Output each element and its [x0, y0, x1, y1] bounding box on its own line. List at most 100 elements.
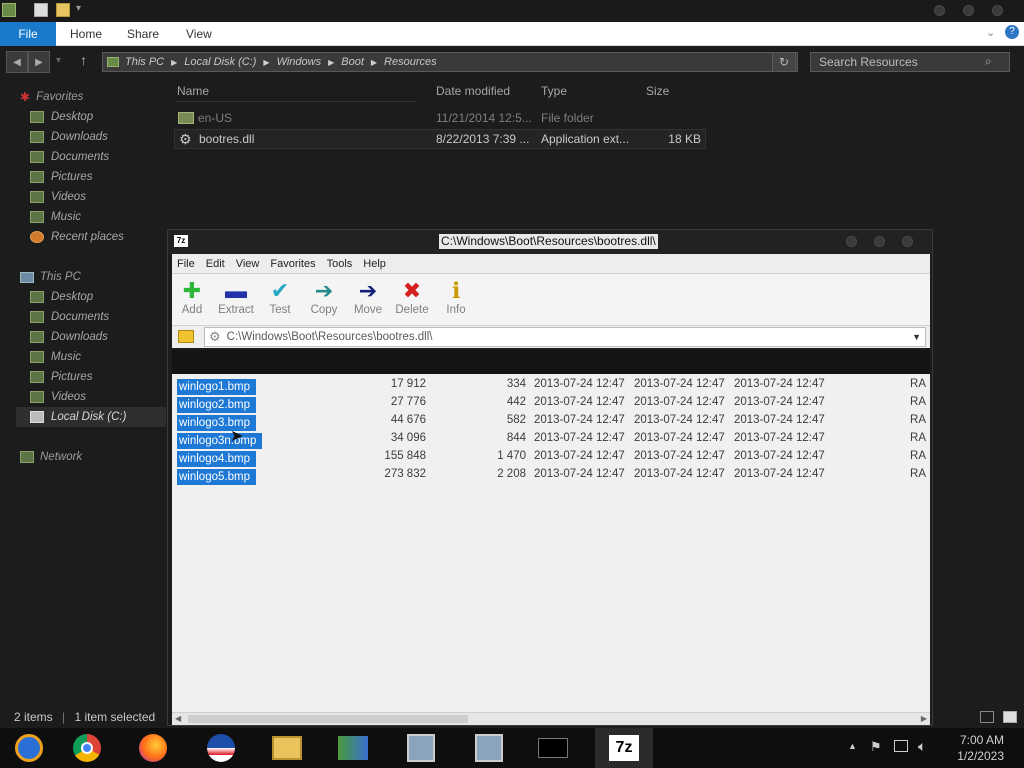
- large-icons-view-icon[interactable]: [1003, 711, 1017, 723]
- nav-pc-documents[interactable]: Documents: [30, 307, 109, 327]
- scroll-left-icon[interactable]: ◀: [175, 714, 181, 723]
- nav-pc-desktop[interactable]: Desktop: [30, 287, 93, 307]
- column-header-date[interactable]: Date modified: [436, 84, 510, 98]
- test-button[interactable]: ✔ Test: [260, 278, 300, 324]
- chevron-down-icon[interactable]: ▼: [912, 332, 921, 342]
- add-button[interactable]: ✚ Add: [172, 278, 212, 324]
- menu-edit[interactable]: Edit: [206, 258, 225, 270]
- close-button[interactable]: [902, 236, 913, 247]
- tab-share[interactable]: Share: [127, 22, 159, 46]
- extract-button[interactable]: ▬ Extract: [216, 278, 256, 324]
- nav-pc-pictures[interactable]: Pictures: [30, 367, 93, 387]
- archive-row[interactable]: winlogo3.bmp 44 676 582 2013-07-24 12:47…: [172, 412, 930, 431]
- minus-icon: ▬: [225, 278, 247, 303]
- clock[interactable]: 7:00 AM 1/2/2023: [957, 732, 1004, 764]
- menu-tools[interactable]: Tools: [327, 258, 353, 270]
- back-button[interactable]: ◀: [6, 51, 28, 73]
- details-view-icon[interactable]: [980, 711, 994, 723]
- nav-fav-pictures[interactable]: Pictures: [30, 167, 93, 187]
- address-bar[interactable]: This PC ▶ Local Disk (C:) ▶ Windows ▶ Boot ▶…: [102, 52, 798, 72]
- close-button[interactable]: [992, 5, 1003, 16]
- nav-pc-videos[interactable]: Videos: [30, 387, 86, 407]
- minimize-button[interactable]: [846, 236, 857, 247]
- tab-view[interactable]: View: [186, 22, 212, 46]
- nav-network[interactable]: Network: [20, 447, 82, 467]
- nav-this-pc[interactable]: This PC: [20, 267, 81, 287]
- nav-fav-documents[interactable]: Documents: [30, 147, 109, 167]
- scrollbar-thumb[interactable]: [188, 715, 468, 723]
- nav-pc-local-disk[interactable]: Local Disk (C:): [16, 407, 166, 427]
- installer-icon[interactable]: [392, 728, 450, 768]
- search-input[interactable]: Search Resources: [810, 52, 1010, 72]
- menu-file[interactable]: File: [177, 258, 195, 270]
- nav-pc-downloads[interactable]: Downloads: [30, 327, 108, 347]
- column-header-bar[interactable]: [172, 350, 930, 374]
- path-input[interactable]: ⚙ C:\Windows\Boot\Resources\bootres.dll\…: [204, 327, 926, 347]
- nav-fav-music[interactable]: Music: [30, 207, 81, 227]
- maximize-button[interactable]: [874, 236, 885, 247]
- copy-button[interactable]: ➔ Copy: [304, 278, 344, 324]
- file-tab[interactable]: File: [0, 22, 56, 46]
- up-button[interactable]: ↑: [80, 52, 87, 68]
- installer2-icon[interactable]: [460, 728, 518, 768]
- folder-icon[interactable]: [2, 3, 16, 17]
- media-player-icon[interactable]: [0, 728, 58, 768]
- 7zip-icon[interactable]: 7z: [595, 728, 653, 768]
- forward-button[interactable]: ▶: [28, 51, 50, 73]
- chrome-icon[interactable]: [58, 728, 116, 768]
- file-row-selected[interactable]: ⚙ bootres.dll 8/22/2013 7:39 ... Applica…: [174, 129, 706, 149]
- folder-up-icon[interactable]: [178, 330, 194, 343]
- nav-fav-videos[interactable]: Videos: [30, 187, 86, 207]
- nav-fav-downloads[interactable]: Downloads: [30, 127, 108, 147]
- window-title: C:\Windows\Boot\Resources\bootres.dll\: [439, 234, 658, 249]
- menu-help[interactable]: Help: [363, 258, 386, 270]
- archive-row[interactable]: winlogo5.bmp 273 832 2 208 2013-07-24 12…: [172, 466, 930, 485]
- menu-view[interactable]: View: [236, 258, 260, 270]
- new-folder-icon[interactable]: [56, 3, 70, 17]
- scroll-right-icon[interactable]: ▶: [921, 714, 927, 723]
- properties-icon[interactable]: [34, 3, 48, 17]
- firefox-icon[interactable]: [124, 728, 182, 768]
- refresh-button[interactable]: ↻: [772, 52, 796, 72]
- menu-favorites[interactable]: Favorites: [270, 258, 315, 270]
- help-icon[interactable]: ?: [1005, 25, 1019, 39]
- show-hidden-icons-icon[interactable]: ▲: [848, 741, 857, 751]
- nav-favorites[interactable]: ✱ Favorites: [20, 87, 83, 107]
- delete-button[interactable]: ✖ Delete: [392, 278, 432, 324]
- terminal-icon[interactable]: [524, 728, 582, 768]
- network-tray-icon[interactable]: [894, 740, 908, 752]
- action-center-flag-icon[interactable]: ⚑: [870, 739, 882, 755]
- column-header-size[interactable]: Size: [646, 84, 669, 98]
- breadcrumb-item[interactable]: Local Disk (C:): [184, 56, 256, 68]
- expand-ribbon-icon[interactable]: ⌄: [986, 26, 995, 39]
- column-header-type[interactable]: Type: [541, 84, 567, 98]
- 7zip-titlebar[interactable]: 7z C:\Windows\Boot\Resources\bootres.dll…: [168, 230, 932, 254]
- obama-logo-icon[interactable]: [192, 728, 250, 768]
- horizontal-scrollbar[interactable]: ◀ ▶: [172, 712, 930, 725]
- breadcrumb-item[interactable]: Boot: [341, 56, 364, 68]
- move-button[interactable]: ➔ Move: [348, 278, 388, 324]
- nav-label: Local Disk (C:): [51, 411, 127, 423]
- archive-row[interactable]: winlogo1.bmp 17 912 334 2013-07-24 12:47…: [172, 376, 930, 395]
- nav-fav-recent-places[interactable]: Recent places: [30, 227, 124, 247]
- breadcrumb-item[interactable]: Windows: [277, 56, 322, 68]
- column-header-name[interactable]: Name: [177, 84, 209, 98]
- recent-locations-icon[interactable]: ▾: [56, 55, 61, 66]
- maximize-button[interactable]: [963, 5, 974, 16]
- file-explorer-icon[interactable]: [258, 728, 316, 768]
- archive-row[interactable]: winlogo3n.bmp 34 096 844 2013-07-24 12:4…: [172, 430, 930, 449]
- archive-row[interactable]: winlogo4.bmp 155 848 1 470 2013-07-24 12…: [172, 448, 930, 467]
- archive-row[interactable]: winlogo2.bmp 27 776 442 2013-07-24 12:47…: [172, 394, 930, 413]
- tab-home[interactable]: Home: [70, 22, 102, 46]
- search-icon[interactable]: ⌕: [985, 54, 992, 69]
- breadcrumb-item[interactable]: This PC: [125, 56, 164, 68]
- volume-icon[interactable]: 🔈︎: [918, 738, 926, 755]
- network-people-icon[interactable]: [324, 728, 382, 768]
- nav-pc-music[interactable]: Music: [30, 347, 81, 367]
- info-button[interactable]: ℹ Info: [436, 278, 476, 324]
- minimize-button[interactable]: [934, 5, 945, 16]
- customize-quick-access-icon[interactable]: ▾: [76, 3, 81, 14]
- nav-fav-desktop[interactable]: Desktop: [30, 107, 93, 127]
- breadcrumb-item[interactable]: Resources: [384, 56, 437, 68]
- file-row[interactable]: en-US 11/21/2014 12:5... File folder: [174, 108, 706, 128]
